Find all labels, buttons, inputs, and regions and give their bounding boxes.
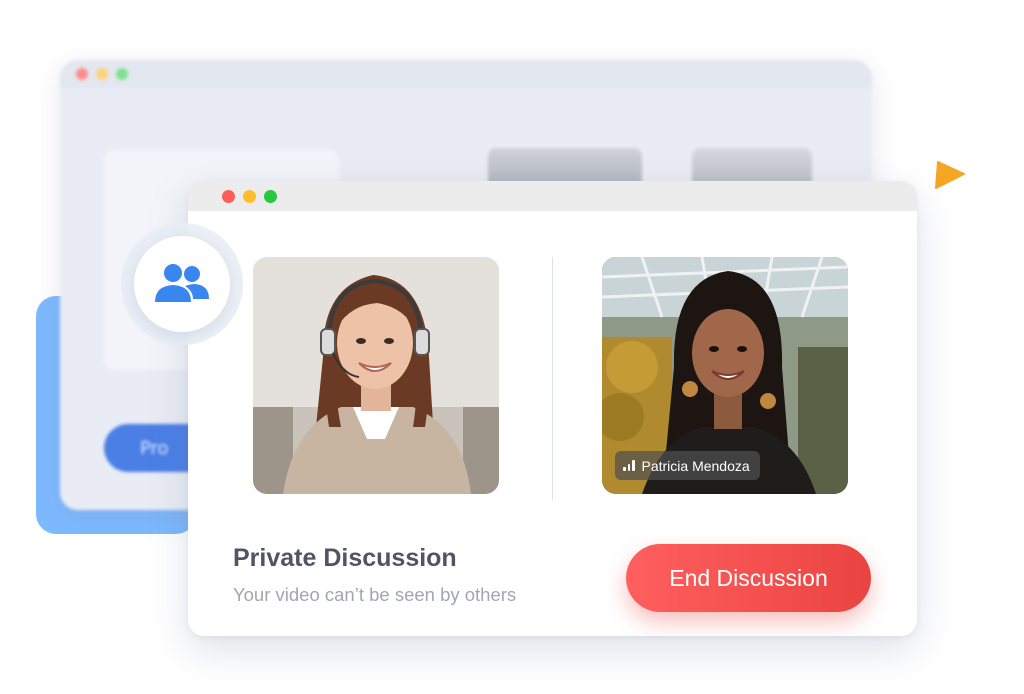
window-minimize-button[interactable] (243, 189, 256, 203)
play-triangle-icon (935, 161, 965, 189)
back-minimize-dot (96, 68, 108, 80)
tile-divider (552, 257, 553, 500)
discussion-subtitle: Your video can’t be seen by others (233, 584, 517, 605)
window-maximize-button[interactable] (264, 189, 277, 203)
group-avatar (134, 236, 230, 332)
back-window-titlebar (60, 60, 872, 88)
stage: Pro Patricia Mendoza Private Discussion … (0, 0, 1024, 694)
users-group-icon (155, 264, 209, 302)
end-discussion-button[interactable]: End Discussion (626, 544, 871, 612)
window-close-button[interactable] (222, 189, 235, 203)
participant-name: Patricia Mendoza (641, 457, 750, 474)
group-avatar-bubble (121, 223, 243, 345)
video-tile-participant-left[interactable] (253, 257, 499, 494)
call-window: Patricia Mendoza Private Discussion Your… (188, 181, 917, 636)
signal-bars-icon (623, 460, 635, 471)
participant-left-avatar (253, 257, 499, 494)
back-maximize-dot (116, 68, 128, 80)
participant-name-badge: Patricia Mendoza (615, 451, 760, 480)
discussion-title: Private Discussion (233, 544, 457, 572)
video-tile-participant-right[interactable]: Patricia Mendoza (602, 257, 848, 494)
back-close-dot (76, 68, 88, 80)
window-titlebar (188, 181, 917, 211)
